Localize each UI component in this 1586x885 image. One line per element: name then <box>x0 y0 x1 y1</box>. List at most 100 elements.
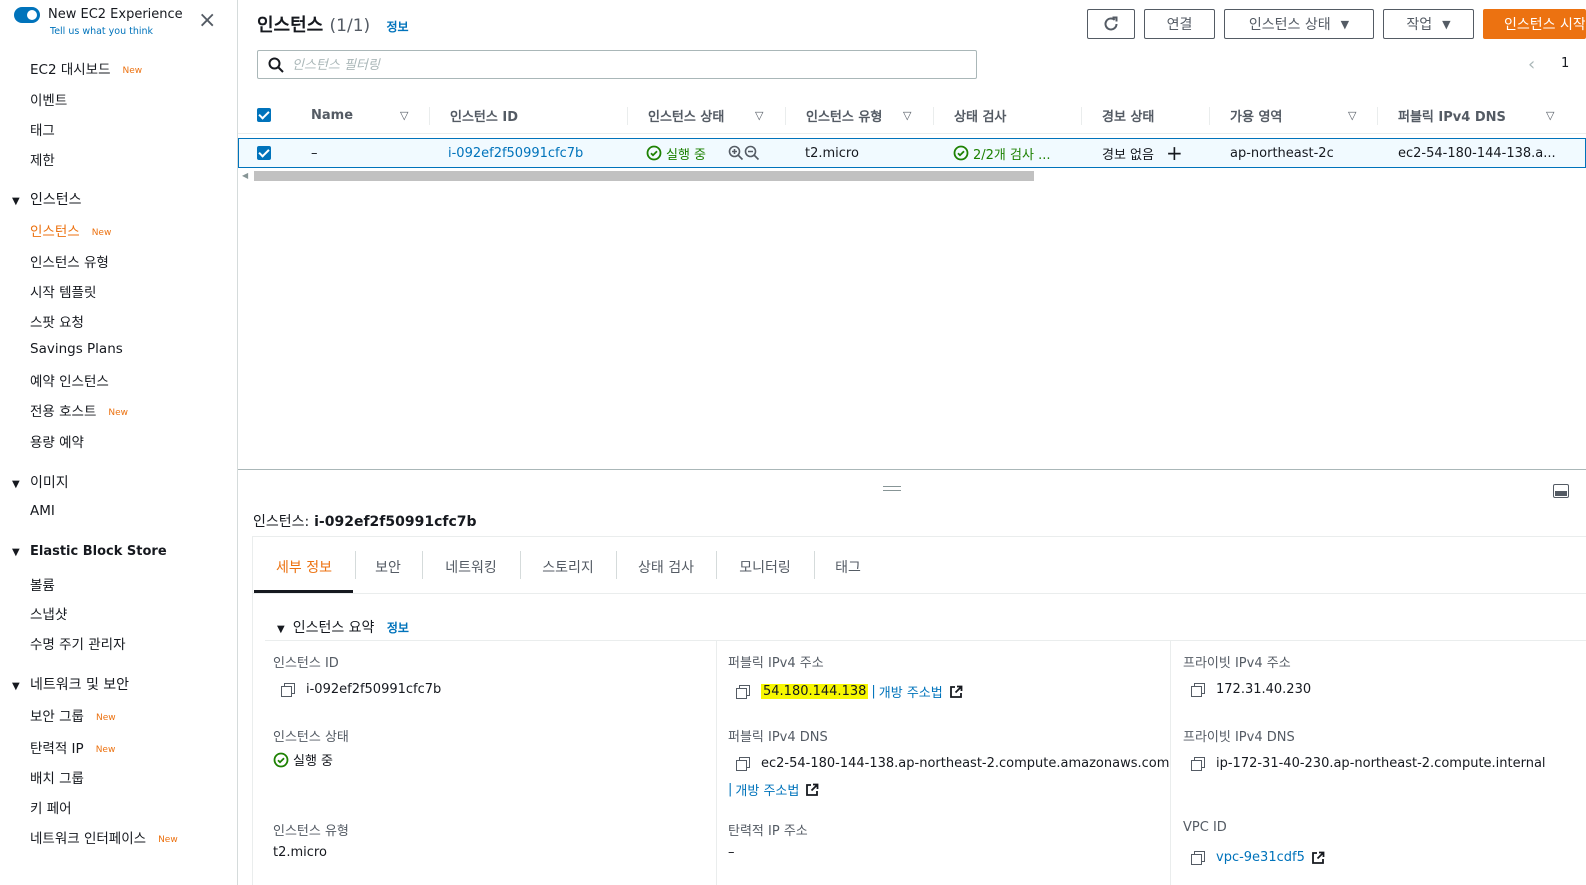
copy-icon[interactable] <box>1191 851 1205 865</box>
caret-down-icon: ▼ <box>12 681 20 692</box>
instance-summary-header[interactable]: ▼ 인스턴스 요약 정보 <box>277 617 409 637</box>
row-checkbox[interactable] <box>257 139 271 167</box>
table-row[interactable]: – i-092ef2f50991cfc7b 실행 중 t2.micro 2/2개… <box>238 138 1586 168</box>
split-divider <box>238 469 1586 470</box>
external-link-icon[interactable] <box>1311 851 1325 865</box>
sort-icon: ▽ <box>400 108 409 122</box>
tab-details[interactable]: 세부 정보 <box>262 549 346 585</box>
column-header-instance-type[interactable]: 인스턴스 유형 ▽ <box>806 96 921 134</box>
filter-input[interactable] <box>292 55 962 75</box>
external-link-icon[interactable] <box>805 783 819 797</box>
new-badge: New <box>95 713 116 723</box>
connect-button[interactable]: 연결 <box>1144 9 1215 39</box>
refresh-button[interactable] <box>1087 9 1135 39</box>
sidebar-item-launch-templates[interactable]: 시작 템플릿 <box>30 281 96 301</box>
feedback-link[interactable]: Tell us what you think <box>50 26 153 37</box>
zoom-in-icon[interactable] <box>728 145 744 161</box>
caret-down-icon: ▼ <box>1340 17 1350 31</box>
actions-button[interactable]: 작업 ▼ <box>1383 9 1474 39</box>
caret-down-icon: ▼ <box>12 547 20 558</box>
sort-icon: ▽ <box>903 108 912 122</box>
tab-tags[interactable]: 태그 <box>820 549 876 585</box>
sidebar-item-events[interactable]: 이벤트 <box>30 89 67 109</box>
sidebar-item-key-pairs[interactable]: 키 페어 <box>30 797 72 817</box>
sidebar-item-security-groups[interactable]: 보안 그룹 New <box>30 705 116 725</box>
external-link-icon[interactable] <box>949 685 963 699</box>
sidebar-item-volumes[interactable]: 볼륨 <box>30 574 55 594</box>
add-alarm-icon[interactable]: + <box>1166 143 1183 163</box>
select-all-checkbox[interactable] <box>257 96 271 134</box>
drag-handle-icon[interactable] <box>883 486 901 491</box>
field-instance-id: i-092ef2f50991cfc7b <box>281 682 441 697</box>
column-header-instance-state[interactable]: 인스턴스 상태 ▽ <box>648 96 773 134</box>
column-header-instance-id[interactable]: 인스턴스 ID <box>450 96 620 134</box>
column-header-availability-zone[interactable]: 가용 영역 ▽ <box>1230 96 1365 134</box>
zoom-out-icon[interactable] <box>744 145 760 161</box>
column-header-public-dns[interactable]: 퍼블릭 IPv4 DNS ▽ <box>1398 96 1568 134</box>
sidebar-item-ami[interactable]: AMI <box>30 503 55 519</box>
new-experience-title: New EC2 Experience <box>48 7 183 22</box>
info-link[interactable]: 정보 <box>386 20 408 34</box>
sidebar-item-spot-requests[interactable]: 스팟 요청 <box>30 311 84 331</box>
sidebar-item-instances[interactable]: 인스턴스 New <box>30 220 111 240</box>
sidebar-item-snapshots[interactable]: 스냅샷 <box>30 603 67 623</box>
sidebar-item-placement-groups[interactable]: 배치 그룹 <box>30 767 84 787</box>
sidebar-item-lifecycle-manager[interactable]: 수명 주기 관리자 <box>30 633 126 653</box>
field-label-instance-type: 인스턴스 유형 <box>273 824 349 839</box>
copy-icon[interactable] <box>736 685 750 699</box>
refresh-icon <box>1104 16 1118 31</box>
new-badge: New <box>95 745 116 755</box>
copy-icon[interactable] <box>1191 757 1205 771</box>
field-public-ip: 54.180.144.138 | 개방 주소법 <box>736 682 963 701</box>
sidebar-section-network-security[interactable]: ▼ 네트워크 및 보안 <box>12 674 129 694</box>
sort-icon: ▽ <box>1348 108 1357 122</box>
vpc-link[interactable]: vpc-9e31cdf5 <box>1216 850 1305 865</box>
sidebar-item-dedicated-hosts[interactable]: 전용 호스트 New <box>30 400 128 420</box>
tab-status-checks[interactable]: 상태 검사 <box>622 549 710 585</box>
column-header-alarm-status[interactable]: 경보 상태 <box>1102 96 1202 134</box>
open-address-link[interactable]: 개방 주소법 <box>735 780 799 799</box>
copy-icon[interactable] <box>281 683 295 697</box>
tab-storage[interactable]: 스토리지 <box>526 549 610 585</box>
open-address-link[interactable]: 개방 주소법 <box>879 682 943 701</box>
cell-public-dns: ec2-54-180-144-138.a... <box>1398 145 1556 161</box>
tab-security[interactable]: 보안 <box>360 549 416 585</box>
field-public-dns: ec2-54-180-144-138.ap-northeast-2.comput… <box>736 756 1169 771</box>
cell-status-check: 2/2개 검사 ... <box>953 139 1050 167</box>
sidebar-item-ec2-dashboard[interactable]: EC2 대시보드 New <box>30 58 142 78</box>
sidebar-item-reserved-instances[interactable]: 예약 인스턴스 <box>30 370 109 390</box>
close-icon[interactable]: × <box>198 10 216 32</box>
page-number[interactable]: 1 <box>1561 56 1569 71</box>
sidebar-item-elastic-ips[interactable]: 탄력적 IP New <box>30 737 115 757</box>
scrollbar-thumb[interactable] <box>254 171 1034 181</box>
sidebar-item-capacity-reservations[interactable]: 용량 예약 <box>30 431 84 451</box>
copy-icon[interactable] <box>1191 683 1205 697</box>
info-link[interactable]: 정보 <box>387 621 409 635</box>
cell-instance-id[interactable]: i-092ef2f50991cfc7b <box>448 139 583 167</box>
sidebar-item-network-interfaces[interactable]: 네트워크 인터페이스 New <box>30 827 178 847</box>
sidebar-item-tags[interactable]: 태그 <box>30 119 55 139</box>
column-header-name[interactable]: Name ▽ <box>311 96 416 134</box>
sidebar-section-instances[interactable]: ▼ 인스턴스 <box>12 189 82 209</box>
page-title: 인스턴스 (1/1) 정보 <box>257 15 409 36</box>
scroll-left-icon[interactable]: ◀ <box>242 171 248 180</box>
sidebar-section-ebs[interactable]: ▼ Elastic Block Store <box>12 544 167 559</box>
table-header: Name ▽ 인스턴스 ID 인스턴스 상태 ▽ 인스턴스 유형 ▽ 상태 검사 경보… <box>238 96 1586 134</box>
tab-networking[interactable]: 네트워킹 <box>428 549 514 585</box>
filter-search-box[interactable] <box>257 50 977 79</box>
caret-down-icon: ▼ <box>1442 17 1451 31</box>
sidebar-section-images[interactable]: ▼ 이미지 <box>12 472 69 492</box>
launch-instance-button[interactable]: 인스턴스 시작 <box>1483 9 1586 39</box>
instance-state-button[interactable]: 인스턴스 상태 ▼ <box>1224 9 1374 39</box>
sidebar-item-savings-plans[interactable]: Savings Plans <box>30 341 123 357</box>
sidebar-item-instance-types[interactable]: 인스턴스 유형 <box>30 251 109 271</box>
chevron-left-icon[interactable]: ‹ <box>1528 54 1535 75</box>
copy-icon[interactable] <box>736 757 750 771</box>
panel-layout-icon[interactable] <box>1553 484 1569 498</box>
new-experience-toggle[interactable] <box>14 7 40 23</box>
caret-down-icon: ▼ <box>277 624 285 635</box>
horizontal-scrollbar[interactable]: ◀ <box>238 169 1586 183</box>
column-header-status-check[interactable]: 상태 검사 <box>954 96 1074 134</box>
sidebar-item-limits[interactable]: 제한 <box>30 149 55 169</box>
tab-monitoring[interactable]: 모니터링 <box>722 549 808 585</box>
